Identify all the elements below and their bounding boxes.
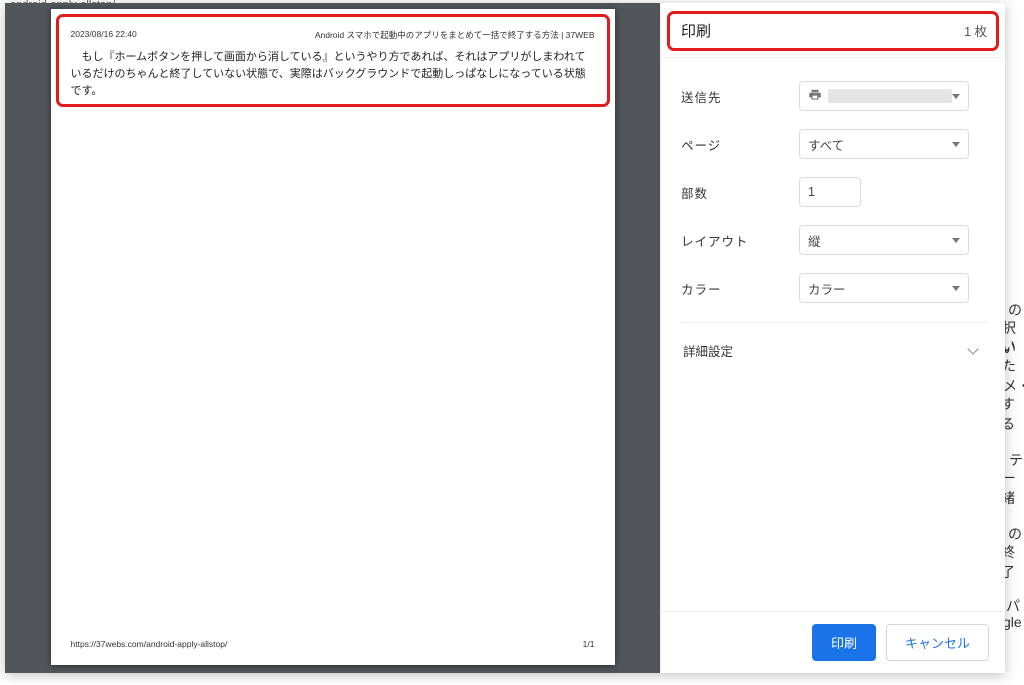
print-settings-pane: 印刷 1 枚 送信先 ページ すべて — [660, 3, 1005, 673]
destination-label: 送信先 — [681, 87, 799, 106]
annotation-box-preview — [56, 14, 610, 107]
print-preview-area[interactable]: 2023/08/16 22:40 Android スマホで起動中のアプリをまとめ… — [5, 3, 660, 673]
printer-icon — [808, 88, 822, 105]
advanced-settings-toggle[interactable]: 詳細設定 — [681, 323, 987, 378]
chevron-down-icon — [952, 142, 960, 147]
color-value: カラー — [808, 279, 846, 298]
preview-footer-url: https://37webs.com/android-apply-allstop… — [71, 639, 228, 649]
color-select[interactable]: カラー — [799, 273, 969, 303]
print-button[interactable]: 印刷 — [812, 624, 876, 661]
copies-label: 部数 — [681, 183, 799, 202]
pages-select[interactable]: すべて — [799, 129, 969, 159]
chevron-down-icon — [952, 94, 960, 99]
copies-input[interactable]: 1 — [799, 177, 861, 207]
annotation-box-header — [667, 11, 999, 51]
advanced-label: 詳細設定 — [683, 341, 733, 360]
preview-page: 2023/08/16 22:40 Android スマホで起動中のアプリをまとめ… — [51, 9, 615, 665]
pages-label: ページ — [681, 135, 799, 154]
pages-value: すべて — [808, 135, 844, 154]
chevron-down-icon — [967, 343, 978, 354]
chevron-down-icon — [952, 238, 960, 243]
chevron-down-icon — [952, 286, 960, 291]
destination-value-blurred — [828, 89, 952, 103]
layout-value: 縦 — [808, 231, 821, 250]
print-dialog: 2023/08/16 22:40 Android スマホで起動中のアプリをまとめ… — [5, 3, 1005, 673]
layout-select[interactable]: 縦 — [799, 225, 969, 255]
destination-select[interactable] — [799, 81, 969, 111]
cancel-button[interactable]: キャンセル — [886, 624, 989, 661]
copies-value: 1 — [808, 185, 815, 199]
layout-label: レイアウト — [681, 231, 799, 250]
color-label: カラー — [681, 279, 799, 298]
preview-footer-page: 1/1 — [583, 639, 595, 649]
